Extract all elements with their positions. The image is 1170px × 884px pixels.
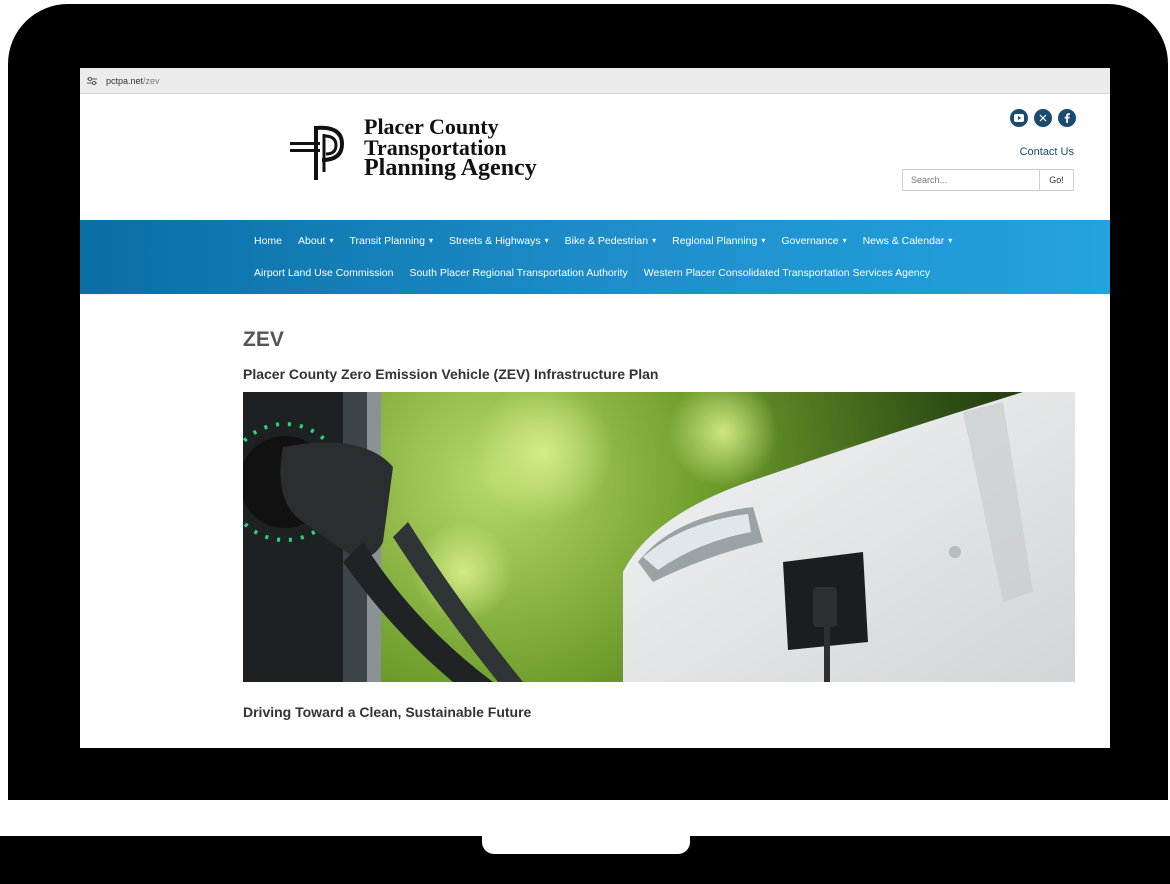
nav-item-western-placer-consolidated-transportation-services-agency[interactable]: Western Placer Consolidated Transportati… <box>644 267 930 279</box>
nav-item-news-calendar[interactable]: News & Calendar ▾ <box>863 235 953 247</box>
nav-item-label: South Placer Regional Transportation Aut… <box>409 266 628 279</box>
nav-item-transit-planning[interactable]: Transit Planning ▾ <box>349 235 433 247</box>
nav-item-label: Western Placer Consolidated Transportati… <box>643 266 931 279</box>
chevron-down-icon: ▾ <box>329 236 334 245</box>
nav-item-label: About <box>298 234 326 247</box>
logo-line-1: Placer County <box>364 114 499 139</box>
nav-row-primary: Home About ▾ Transit Planning ▾ Streets & Hig… <box>254 220 1110 257</box>
site-settings-icon[interactable] <box>86 75 100 87</box>
contact-us-link[interactable]: Contact Us <box>1020 146 1074 158</box>
nav-item-label: Transit Planning <box>349 234 425 247</box>
site-header: Placer County Transportation Planning Ag… <box>80 94 1110 220</box>
page-subtitle: Placer County Zero Emission Vehicle (ZEV… <box>243 366 659 382</box>
nav-item-home[interactable]: Home <box>254 235 282 247</box>
main-content: ZEV Placer County Zero Emission Vehicle … <box>80 328 1110 720</box>
x-icon[interactable] <box>1034 109 1052 127</box>
nav-item-bike-pedestrian[interactable]: Bike & Pedestrian ▾ <box>565 235 656 247</box>
search-form: Go! <box>902 169 1074 191</box>
search-go-button[interactable]: Go! <box>1039 170 1073 190</box>
nav-item-south-placer-regional-transportation-authority[interactable]: South Placer Regional Transportation Aut… <box>409 267 627 279</box>
social-links <box>1010 109 1076 127</box>
nav-item-label: Bike & Pedestrian <box>564 234 649 247</box>
chevron-down-icon: ▾ <box>842 236 847 245</box>
agency-name: Placer County Transportation Planning Ag… <box>364 114 537 181</box>
chevron-down-icon: ▾ <box>544 236 549 245</box>
hero-ev-charging-image <box>243 392 1075 682</box>
nav-item-label: Airport Land Use Commission <box>254 266 394 279</box>
page-title: ZEV <box>243 328 284 351</box>
nav-item-label: Regional Planning <box>672 234 758 247</box>
logo-line-3: Planning Agency <box>364 155 537 181</box>
nav-item-label: News & Calendar <box>862 234 945 247</box>
agency-logo-mark-icon <box>290 125 345 180</box>
main-navigation: Home About ▾ Transit Planning ▾ Streets & Hig… <box>80 220 1110 294</box>
nav-item-label: Governance <box>781 234 839 247</box>
chevron-down-icon: ▾ <box>948 236 953 245</box>
browser-screen: pctpa.net/zev Placer County Transportati… <box>80 68 1110 748</box>
nav-item-streets-highways[interactable]: Streets & Highways ▾ <box>449 235 549 247</box>
url-domain[interactable]: pctpa.net <box>106 76 143 86</box>
chevron-down-icon: ▾ <box>761 236 766 245</box>
nav-item-about[interactable]: About ▾ <box>298 235 333 247</box>
nav-row-secondary: Airport Land Use Commission South Placer … <box>254 257 1110 294</box>
nav-item-label: Home <box>254 234 283 247</box>
chevron-down-icon: ▾ <box>652 236 657 245</box>
agency-logo[interactable]: Placer County Transportation Planning Ag… <box>286 116 537 184</box>
nav-item-governance[interactable]: Governance ▾ <box>781 235 846 247</box>
nav-item-label: Streets & Highways <box>448 234 541 247</box>
section-heading: Driving Toward a Clean, Sustainable Futu… <box>243 704 532 720</box>
url-path[interactable]: /zev <box>143 76 160 86</box>
nav-item-regional-planning[interactable]: Regional Planning ▾ <box>672 235 765 247</box>
laptop-notch <box>482 836 690 854</box>
nav-item-airport-land-use-commission[interactable]: Airport Land Use Commission <box>254 267 393 279</box>
address-bar[interactable]: pctpa.net/zev <box>80 68 1110 94</box>
youtube-icon[interactable] <box>1010 109 1028 127</box>
chevron-down-icon: ▾ <box>428 236 433 245</box>
facebook-icon[interactable] <box>1058 109 1076 127</box>
search-input[interactable] <box>903 170 1039 190</box>
